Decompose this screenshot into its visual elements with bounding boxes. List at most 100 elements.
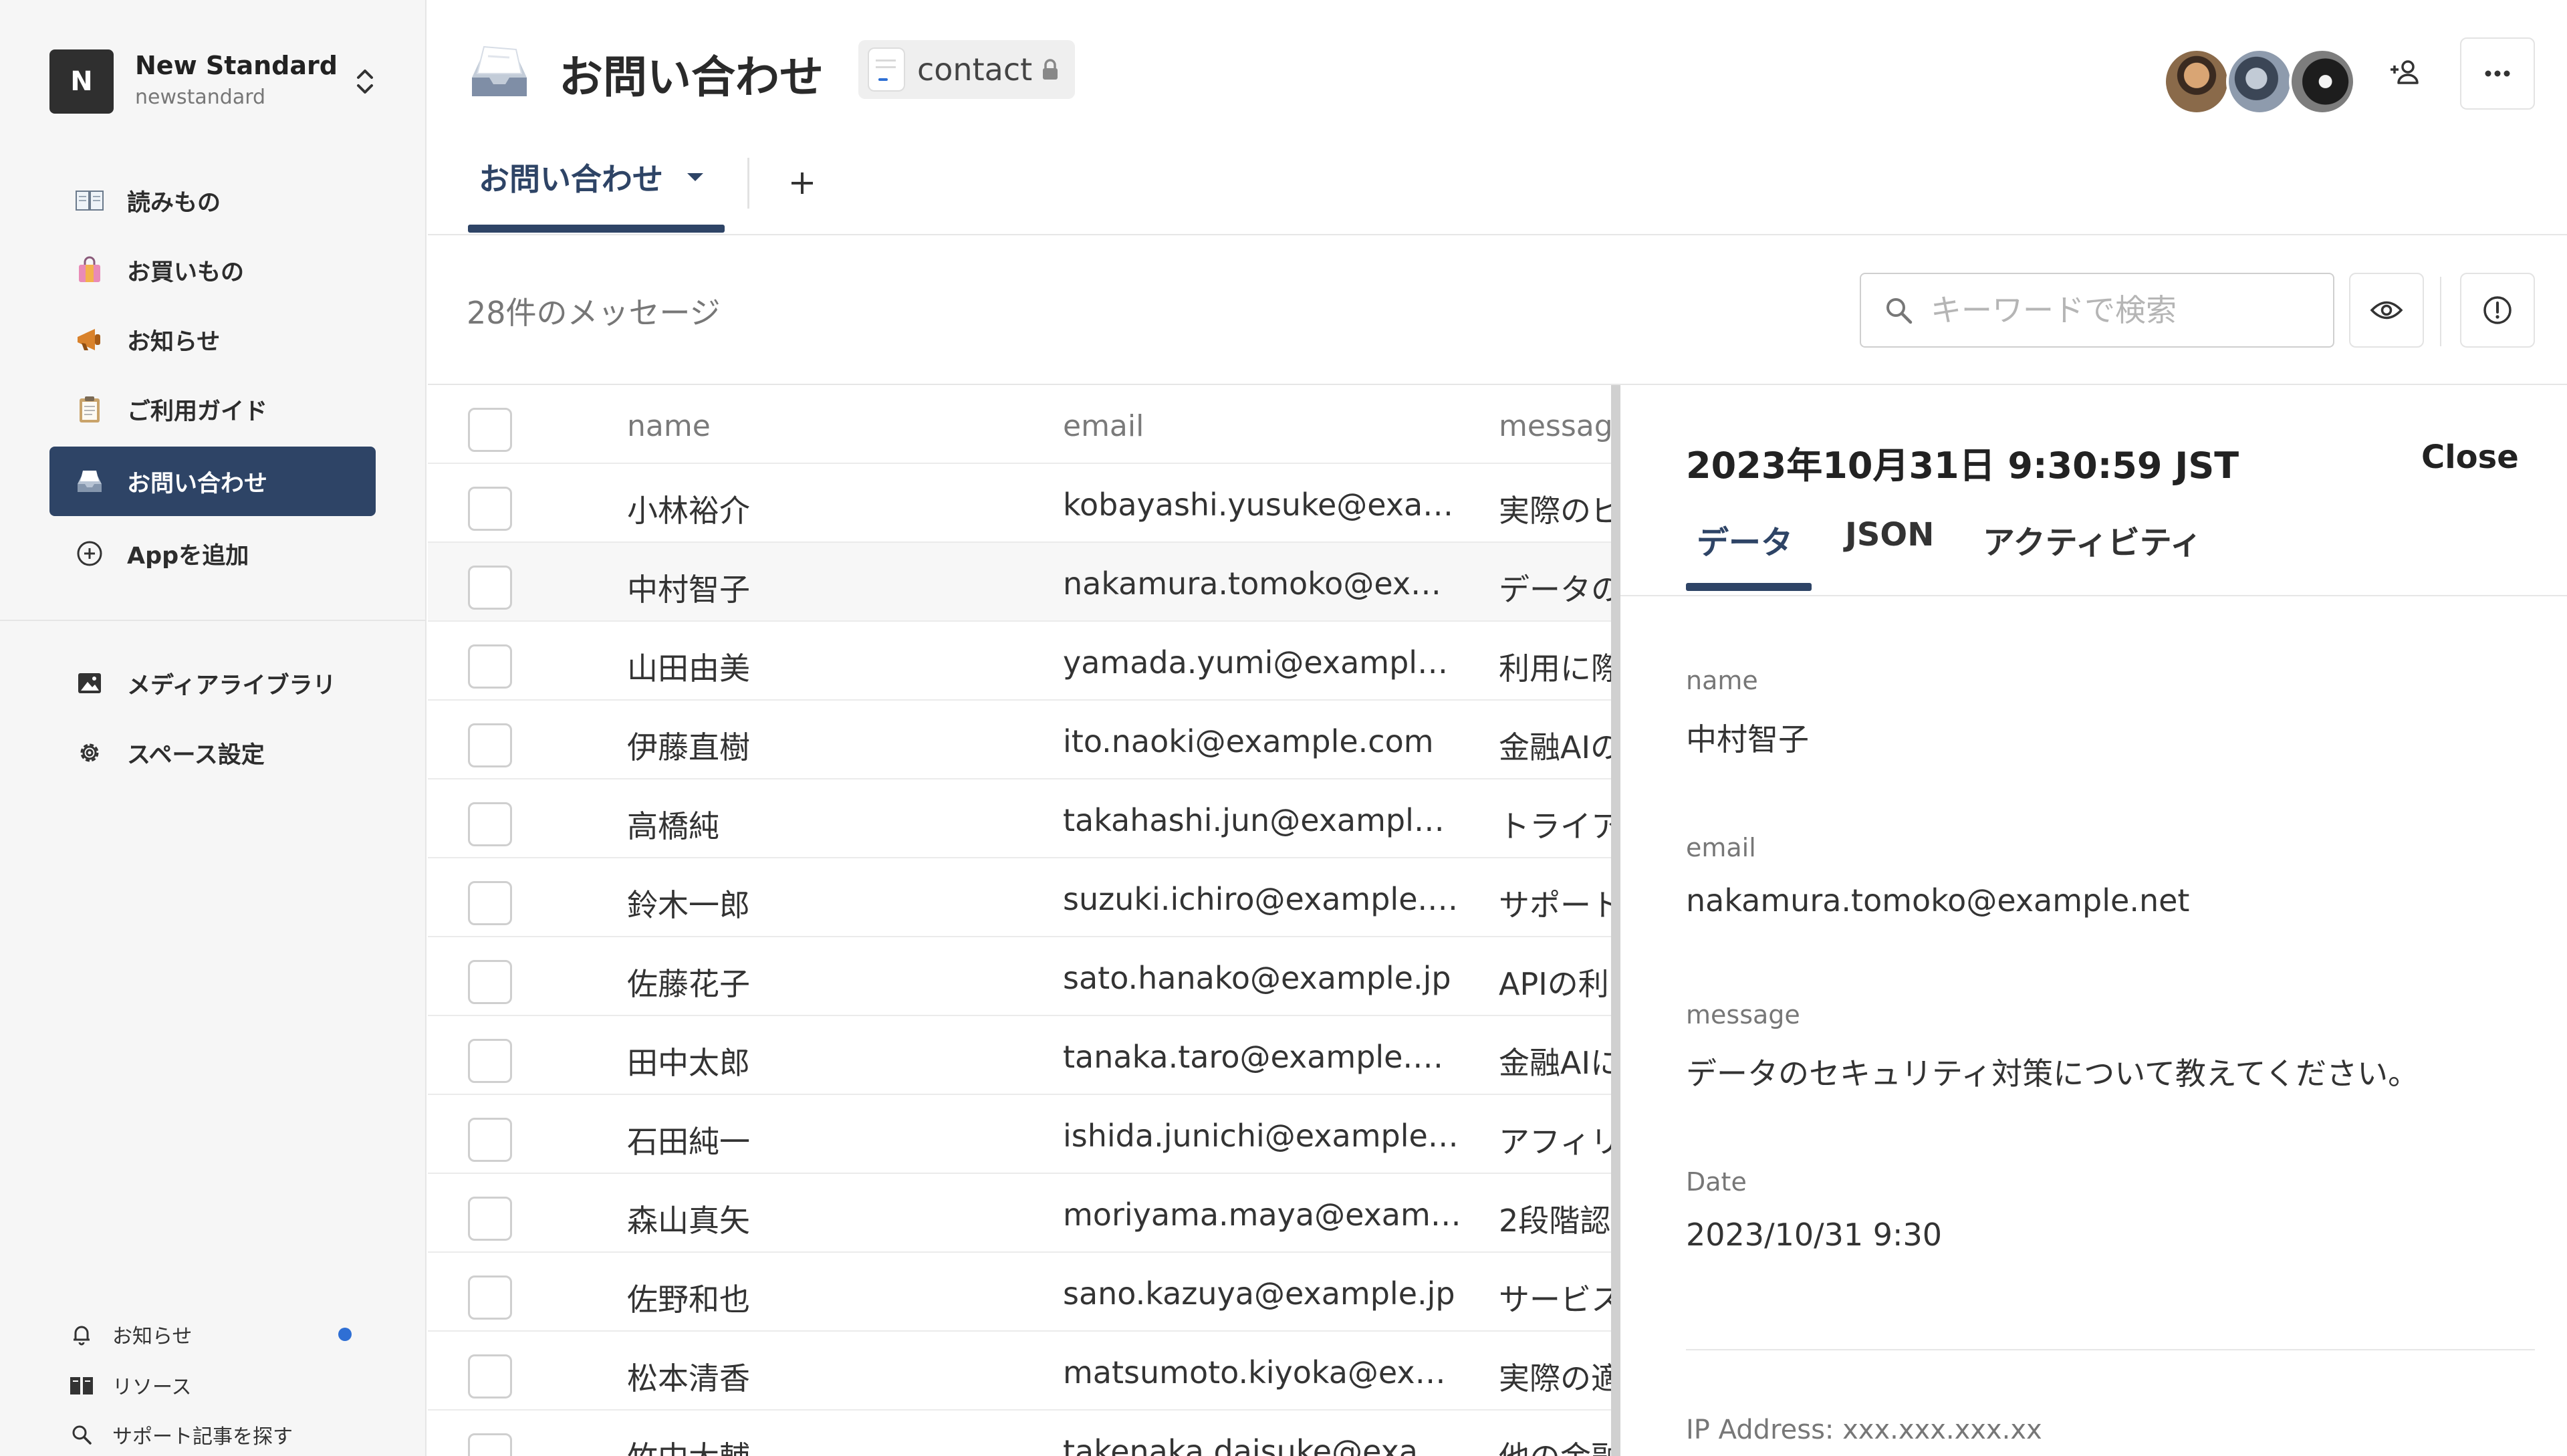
cell-email: ito.naoki@example.com [1063,723,1434,759]
api-name: contact [917,51,1033,88]
table-row[interactable]: 山田由美 yamada.yumi@exampl… 利用に際 [428,622,1611,701]
row-checkbox[interactable] [468,644,512,689]
row-checkbox[interactable] [468,960,512,1004]
table-row[interactable]: 伊藤直樹 ito.naoki@example.com 金融AIの [428,701,1611,779]
tab-separator [747,158,749,209]
sidebar-item-guide[interactable]: ご利用ガイド [49,374,376,444]
tab-json[interactable]: JSON [1845,516,1934,554]
sidebar-item-contact[interactable]: お問い合わせ [49,447,376,516]
row-checkbox[interactable] [468,1276,512,1320]
table-row[interactable]: 小林裕介 kobayashi.yusuke@exa… 実際のビ [428,464,1611,543]
sidebar-item-reading[interactable]: 読みもの [49,166,376,235]
table-row[interactable]: 佐野和也 sano.kazuya@example.jp サービス [428,1253,1611,1332]
cell-email: yamada.yumi@exampl… [1063,644,1449,681]
row-checkbox[interactable] [468,802,512,846]
notification-dot [338,1328,352,1341]
cell-name: 小林裕介 [627,493,750,529]
column-visibility-button[interactable] [2349,273,2424,348]
field-value-name: 中村智子 [1686,721,1809,757]
person-add-icon [2391,60,2419,84]
column-header-email[interactable]: email [1063,409,1464,443]
sidebar-item-space-settings[interactable]: スペース設定 [49,718,376,787]
table-row[interactable]: 鈴木一郎 suzuki.ichiro@example.… サポート [428,858,1611,937]
footer-resources[interactable]: リソース [67,1370,192,1400]
tab-data[interactable]: データ [1697,516,1793,563]
more-horizontal-icon [2485,70,2510,77]
avatar [2163,48,2230,115]
row-checkbox[interactable] [468,1039,512,1083]
alert-circle-icon [2483,296,2512,324]
bell-icon [67,1320,96,1349]
avatar [2289,48,2356,115]
table-row[interactable]: 田中太郎 tanaka.taro@example.… 金融AIに [428,1016,1611,1095]
table-row[interactable]: 竹中大輔 takenaka.daisuke@exa… 他の金融 [428,1411,1611,1456]
sidebar-item-label: メディアライブラリ [127,672,336,699]
row-checkbox[interactable] [468,881,512,925]
cell-message: データの [1499,572,1611,608]
field-value-message: データのセキュリティ対策について教えてください。 [1686,1056,2419,1092]
page-title: お問い合わせ [559,51,824,103]
sidebar-item-label: お知らせ [127,328,221,356]
table-row[interactable]: 松本清香 matsumoto.kiyoka@ex… 実際の適 [428,1332,1611,1411]
search-input[interactable] [1929,291,2304,329]
cell-name: 竹中大輔 [627,1433,975,1456]
image-icon [75,669,104,698]
add-view-button[interactable] [779,160,825,206]
invite-member-button[interactable] [2387,53,2424,91]
row-checkbox[interactable] [468,1197,512,1241]
plus-circle-icon [75,539,104,568]
panel-resize-handle[interactable] [1611,385,1620,1456]
row-checkbox[interactable] [468,1433,512,1456]
sidebar-item-news[interactable]: お知らせ [49,305,376,374]
row-checkbox[interactable] [468,723,512,767]
cell-email: tanaka.taro@example.… [1063,1039,1444,1075]
table-row-selected[interactable]: 中村智子 nakamura.tomoko@ex… データの [428,543,1611,622]
sidebar-item-label: お問い合わせ [127,470,268,497]
footer-notifications[interactable]: お知らせ [67,1320,192,1349]
row-checkbox[interactable] [468,1118,512,1162]
table-row[interactable]: 高橋純 takahashi.jun@exampl… トライア [428,779,1611,858]
sidebar-item-media-library[interactable]: メディアライブラリ [49,648,376,718]
field-label-name: name [1686,666,1758,695]
member-avatars[interactable] [2163,48,2364,118]
info-button[interactable] [2460,273,2535,348]
search-box[interactable] [1860,273,2334,348]
row-checkbox[interactable] [468,487,512,531]
table-row[interactable]: 石田純一 ishida.junichi@example… アフィリ [428,1095,1611,1174]
messages-table: name email messag 小林裕介 kobayashi.yusuke@… [428,385,1611,1456]
column-header-name[interactable]: name [627,409,975,443]
open-book-icon [67,1370,96,1400]
sidebar: N New Standard newstandard 読みもの お買いもの お知… [0,0,426,1456]
field-label-email: email [1686,833,1756,862]
select-all-checkbox[interactable] [468,408,512,452]
inbox-tray-icon [472,45,527,96]
cell-email: takenaka.daisuke@exa… [1063,1433,1449,1456]
eye-icon [2370,301,2403,320]
more-options-button[interactable] [2460,37,2535,110]
tab-view-contact[interactable]: お問い合わせ [479,155,705,199]
close-button[interactable]: Close [2421,439,2519,476]
cell-message: サービス [1499,1282,1611,1318]
field-value-email: nakamura.tomoko@example.net [1686,882,2190,919]
active-tab-indicator [468,225,725,233]
column-header-message[interactable]: messag [1499,409,1611,443]
footer-resources-label: リソース [112,1376,192,1399]
table-row[interactable]: 森山真矢 moriyama.maya@exam… 2段階認 [428,1174,1611,1253]
footer-search-support[interactable]: サポート記事を探す [67,1420,293,1449]
api-name-chip[interactable]: contact [858,40,1075,99]
row-checkbox[interactable] [468,1354,512,1399]
cell-message: 金融AIに [1499,1045,1611,1081]
cell-email: suzuki.ichiro@example.… [1063,881,1459,917]
tab-activity[interactable]: アクティビティ [1983,516,2202,563]
content-toolbar: 28件のメッセージ [428,235,2567,385]
row-checkbox[interactable] [468,566,512,610]
sidebar-item-label: ご利用ガイド [127,398,268,425]
table-header: name email messag [428,385,1611,464]
caret-down-icon [687,173,703,181]
table-row[interactable]: 佐藤花子 sato.hanako@example.jp APIの利 [428,937,1611,1016]
sidebar-item-shopping[interactable]: お買いもの [49,235,376,305]
book-icon [75,186,104,215]
add-app-button[interactable]: Appを追加 [49,519,376,588]
message-count: 28件のメッセージ [467,295,721,331]
workspace-switcher[interactable]: N New Standard newstandard [49,49,397,116]
